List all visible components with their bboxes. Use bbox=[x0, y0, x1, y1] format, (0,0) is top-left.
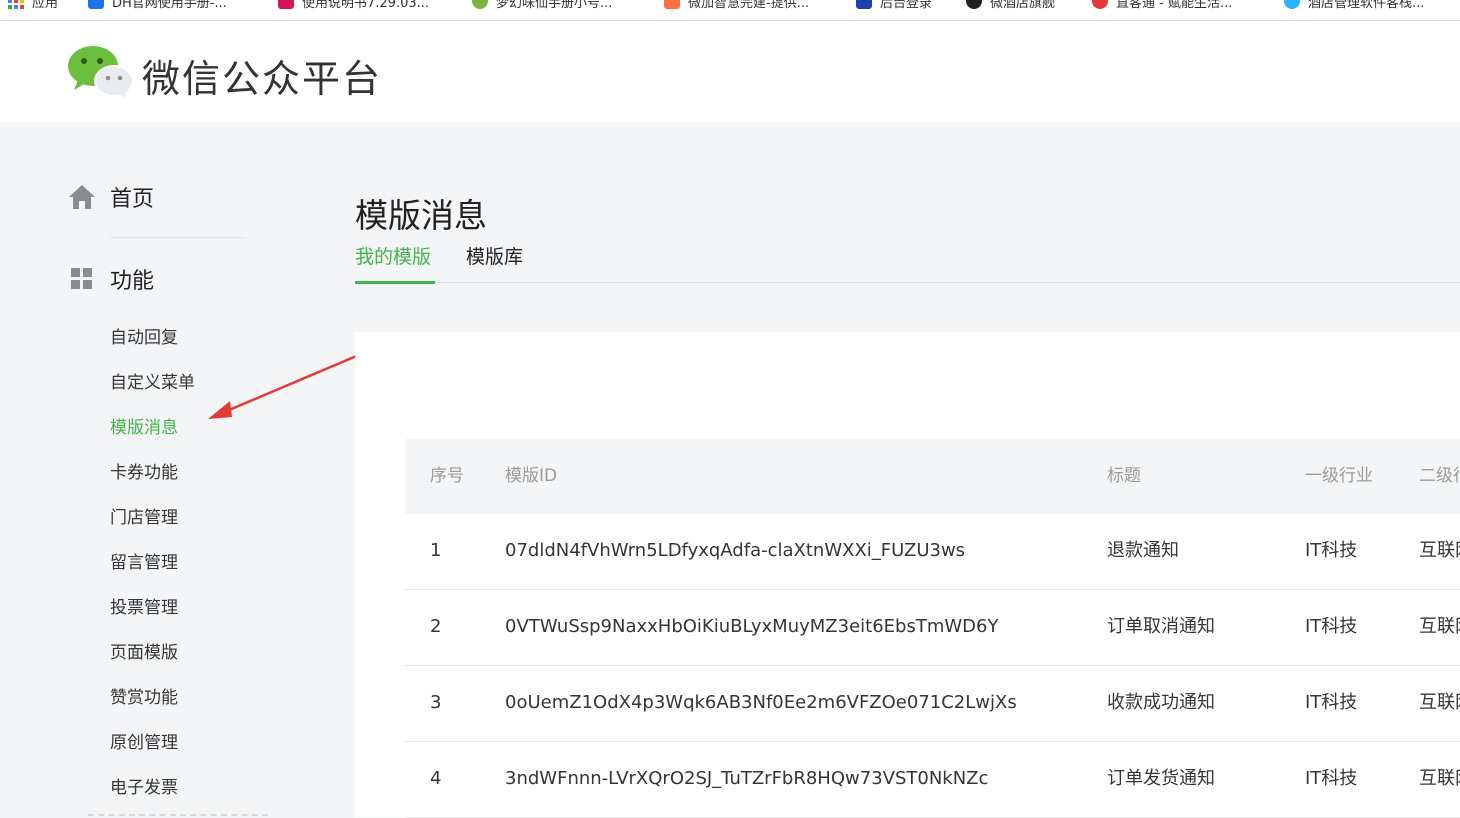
bookmark-label: 后台登录 bbox=[880, 0, 933, 11]
bookmark-item[interactable]: 使用说明书7.29.03... bbox=[278, 0, 429, 11]
sidebar-item-votes[interactable]: 投票管理 bbox=[110, 586, 195, 631]
nav-functions-label: 功能 bbox=[110, 269, 155, 294]
apps-grid-icon bbox=[8, 0, 24, 9]
cell-title: 收款成功通知 bbox=[1107, 692, 1215, 713]
sidebar-item-comments[interactable]: 留言管理 bbox=[110, 541, 195, 586]
table-row[interactable]: 1 07dldN4fVhWrn5LDfyxqAdfa-claXtnWXXi_FU… bbox=[405, 514, 1460, 590]
sidebar-item-page-templates[interactable]: 页面模版 bbox=[110, 631, 195, 676]
nav-home-label: 首页 bbox=[110, 187, 155, 212]
main-content: 模版消息 我的模版 模版库 序号 模版ID 标题 一级行业 二级行业 1 07d… bbox=[355, 122, 1460, 818]
bookmark-item[interactable]: DH官网使用手册-... bbox=[88, 0, 227, 11]
bookmark-label: 梦幻味仙手册小号... bbox=[496, 0, 613, 11]
bookmark-favicon-icon bbox=[1092, 0, 1108, 9]
cell-template-id: 3ndWFnnn-LVrXQrO2SJ_TuTZrFbR8HQw73VST0Nk… bbox=[505, 768, 989, 789]
cell-template-id: 0VTWuSsp9NaxxHbOiKiuBLyxMuyMZ3eit6EbsTmW… bbox=[505, 616, 999, 637]
table-row[interactable]: 4 3ndWFnnn-LVrXQrO2SJ_TuTZrFbR8HQw73VST0… bbox=[405, 742, 1460, 818]
site-header: 微信公众平台 bbox=[0, 21, 1460, 122]
cell-template-id: 0oUemZ1OdX4p3Wqk6AB3Nf0Ee2m6VFZOe071C2Lw… bbox=[505, 692, 1017, 713]
bookmark-favicon-icon bbox=[1284, 0, 1300, 9]
sidebar-item-reward[interactable]: 赞赏功能 bbox=[110, 676, 195, 721]
function-submenu: 自动回复 自定义菜单 模版消息 卡券功能 门店管理 留言管理 投票管理 页面模版… bbox=[110, 316, 195, 811]
sidebar-item-auto-reply[interactable]: 自动回复 bbox=[110, 316, 195, 361]
cell-primary-industry: IT科技 bbox=[1305, 540, 1358, 561]
template-list-card: 序号 模版ID 标题 一级行业 二级行业 1 07dldN4fVhWrn5LDf… bbox=[355, 332, 1460, 818]
sidebar-divider bbox=[88, 814, 268, 816]
cell-title: 退款通知 bbox=[1107, 540, 1179, 561]
column-header-template-id: 模版ID bbox=[505, 466, 558, 486]
sidebar: 首页 功能 自动回复 自定义菜单 模版消息 卡券功能 门店管理 留言管理 投票管… bbox=[0, 122, 355, 817]
bookmark-item[interactable]: 梦幻味仙手册小号... bbox=[472, 0, 612, 11]
cell-title: 订单发货通知 bbox=[1107, 768, 1215, 789]
cell-secondary-industry: 互联网 bbox=[1419, 768, 1460, 789]
bookmark-label: 使用说明书7.29.03... bbox=[302, 0, 430, 11]
cell-title: 订单取消通知 bbox=[1107, 616, 1215, 637]
column-header-secondary-industry: 二级行业 bbox=[1419, 466, 1460, 486]
cell-primary-industry: IT科技 bbox=[1305, 692, 1358, 713]
bookmark-favicon-icon bbox=[664, 0, 680, 9]
cell-secondary-industry: 互联网 bbox=[1419, 616, 1460, 637]
bookmark-item[interactable]: 直客通 - 赋能生活... bbox=[1092, 0, 1232, 11]
sidebar-divider bbox=[110, 237, 245, 238]
active-tab-indicator bbox=[355, 281, 435, 284]
cell-no: 3 bbox=[430, 692, 442, 713]
cell-no: 2 bbox=[430, 616, 442, 637]
nav-home[interactable]: 首页 bbox=[68, 180, 154, 214]
cell-primary-industry: IT科技 bbox=[1305, 768, 1358, 789]
cell-primary-industry: IT科技 bbox=[1305, 616, 1358, 637]
bookmark-favicon-icon bbox=[278, 0, 294, 9]
bookmark-favicon-icon bbox=[856, 0, 872, 9]
tab-bar: 我的模版 模版库 bbox=[355, 230, 1460, 284]
grid-icon bbox=[71, 268, 92, 289]
bookmark-favicon-icon bbox=[966, 0, 982, 9]
tab-template-library[interactable]: 模版库 bbox=[466, 242, 523, 269]
bookmark-label: 应用 bbox=[32, 0, 59, 11]
table-header: 序号 模版ID 标题 一级行业 二级行业 bbox=[405, 439, 1460, 514]
cell-no: 4 bbox=[430, 768, 442, 789]
tab-my-templates[interactable]: 我的模版 bbox=[355, 242, 431, 269]
bookmark-item[interactable]: 微加智慧完建-提供... bbox=[664, 0, 809, 11]
sidebar-item-original[interactable]: 原创管理 bbox=[110, 721, 195, 766]
bookmark-item[interactable]: 酒店管理软件客栈... bbox=[1284, 0, 1424, 11]
column-header-primary-industry: 一级行业 bbox=[1305, 466, 1373, 486]
template-table: 序号 模版ID 标题 一级行业 二级行业 1 07dldN4fVhWrn5LDf… bbox=[405, 439, 1460, 818]
column-header-title: 标题 bbox=[1107, 466, 1141, 486]
sidebar-item-e-invoice[interactable]: 电子发票 bbox=[110, 766, 195, 811]
cell-template-id: 07dldN4fVhWrn5LDfyxqAdfa-claXtnWXXi_FUZU… bbox=[505, 540, 966, 561]
bookmark-label: 直客通 - 赋能生活... bbox=[1116, 0, 1233, 11]
sidebar-item-template-message[interactable]: 模版消息 bbox=[110, 406, 195, 451]
cell-no: 1 bbox=[430, 540, 442, 561]
sidebar-item-custom-menu[interactable]: 自定义菜单 bbox=[110, 361, 195, 406]
bookmark-label: 微酒店旗舰 bbox=[990, 0, 1056, 11]
cell-secondary-industry: 互联网 bbox=[1419, 692, 1460, 713]
bookmark-item[interactable]: 后台登录 bbox=[856, 0, 932, 11]
bookmarks-bar: 应用 DH官网使用手册-... 使用说明书7.29.03... 梦幻味仙手册小号… bbox=[0, 0, 1460, 21]
bookmark-label: 微加智慧完建-提供... bbox=[688, 0, 810, 11]
bookmark-apps[interactable]: 应用 bbox=[8, 0, 58, 11]
bookmark-favicon-icon bbox=[88, 0, 104, 9]
table-row[interactable]: 2 0VTWuSsp9NaxxHbOiKiuBLyxMuyMZ3eit6EbsT… bbox=[405, 590, 1460, 666]
home-icon bbox=[69, 185, 95, 209]
bookmark-label: DH官网使用手册-... bbox=[112, 0, 227, 11]
nav-functions[interactable]: 功能 bbox=[68, 262, 154, 296]
bookmark-label: 酒店管理软件客栈... bbox=[1308, 0, 1425, 11]
column-header-no: 序号 bbox=[430, 466, 464, 486]
bookmark-item[interactable]: 微酒店旗舰 bbox=[966, 0, 1055, 11]
brand-title[interactable]: 微信公众平台 bbox=[142, 48, 382, 103]
wechat-logo-icon[interactable] bbox=[68, 45, 134, 99]
sidebar-item-store-management[interactable]: 门店管理 bbox=[110, 496, 195, 541]
bookmark-favicon-icon bbox=[472, 0, 488, 9]
table-row[interactable]: 3 0oUemZ1OdX4p3Wqk6AB3Nf0Ee2m6VFZOe071C2… bbox=[405, 666, 1460, 742]
sidebar-item-coupons[interactable]: 卡券功能 bbox=[110, 451, 195, 496]
cell-secondary-industry: 互联网 bbox=[1419, 540, 1460, 561]
